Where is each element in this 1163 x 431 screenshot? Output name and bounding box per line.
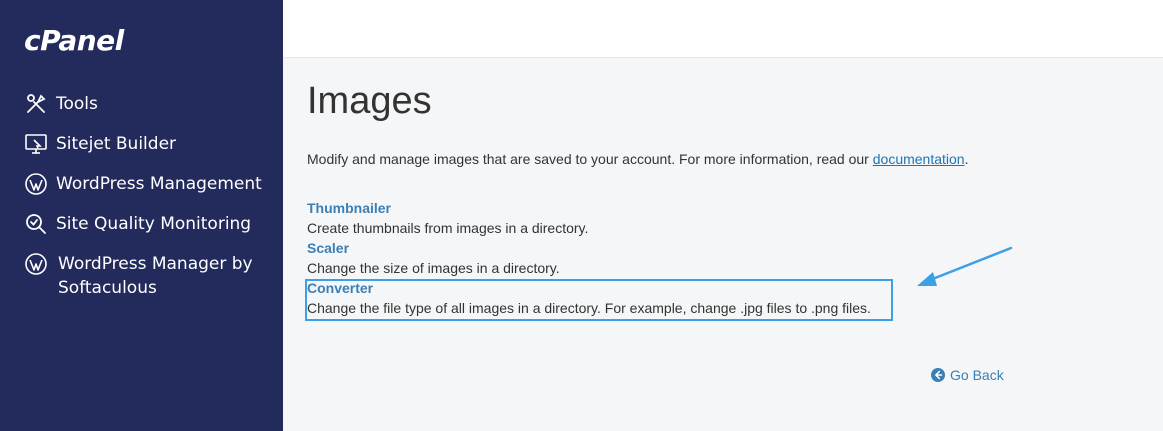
wordpress-icon xyxy=(24,172,48,196)
sidebar-item-wordpress-manager-softaculous[interactable]: WordPress Manager by Softaculous xyxy=(24,252,253,300)
documentation-link[interactable]: documentation xyxy=(873,151,965,167)
scaler-description: Change the size of images in a directory… xyxy=(307,260,560,276)
intro-text-end: . xyxy=(964,151,969,167)
sidebar-item-label: Tools xyxy=(56,94,98,114)
sidebar-item-label: Sitejet Builder xyxy=(56,134,177,154)
wordpress-icon xyxy=(24,252,48,276)
go-back-button[interactable]: Go Back xyxy=(931,367,1004,383)
top-bar xyxy=(283,0,1163,58)
sidebar-item-wordpress-management[interactable]: WordPress Management xyxy=(24,172,262,196)
sidebar: cPanel Tools Sitejet Builder WordPress M… xyxy=(0,0,283,431)
tools-icon xyxy=(24,92,48,116)
intro-text: Modify and manage images that are saved … xyxy=(307,150,968,168)
thumbnailer-link[interactable]: Thumbnailer xyxy=(307,198,588,218)
tool-scaler: Scaler Change the size of images in a di… xyxy=(307,238,560,278)
main-content: Images Modify and manage images that are… xyxy=(283,58,1163,431)
scaler-link[interactable]: Scaler xyxy=(307,238,560,258)
sidebar-item-label: WordPress Manager by xyxy=(58,254,253,274)
sidebar-item-site-quality[interactable]: Site Quality Monitoring xyxy=(24,212,251,236)
converter-highlight-box xyxy=(305,279,893,321)
magnifier-check-icon xyxy=(24,212,48,236)
go-back-label: Go Back xyxy=(950,367,1004,383)
annotation-arrow xyxy=(917,246,1013,286)
page-title: Images xyxy=(307,80,432,122)
cpanel-logo[interactable]: cPanel xyxy=(24,24,124,57)
sidebar-item-label-group: WordPress Manager by Softaculous xyxy=(58,252,253,300)
sidebar-item-label: Site Quality Monitoring xyxy=(56,214,252,234)
intro-text-body: Modify and manage images that are saved … xyxy=(307,151,873,167)
tool-thumbnailer: Thumbnailer Create thumbnails from image… xyxy=(307,198,588,238)
thumbnailer-description: Create thumbnails from images in a direc… xyxy=(307,220,589,236)
monitor-icon xyxy=(24,132,48,156)
sidebar-item-tools[interactable]: Tools xyxy=(24,92,98,116)
arrow-left-circle-icon xyxy=(931,368,945,382)
sidebar-item-label-line2: Softaculous xyxy=(58,278,157,298)
sidebar-item-label: WordPress Management xyxy=(56,174,262,194)
sidebar-item-sitejet[interactable]: Sitejet Builder xyxy=(24,132,176,156)
